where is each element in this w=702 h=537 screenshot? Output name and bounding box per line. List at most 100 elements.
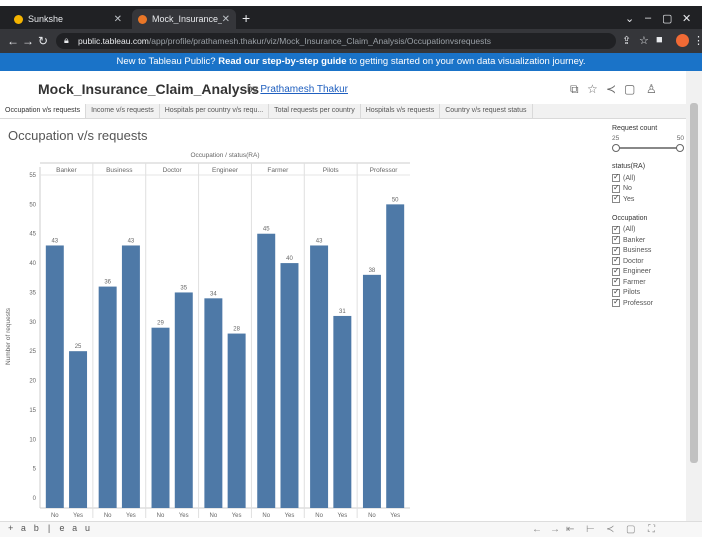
checkbox-checked-icon[interactable]	[612, 183, 620, 193]
request-count-slider[interactable]	[612, 143, 684, 153]
browser-tab-active[interactable]: Mock_Insurance_Claim_Analysis ✕	[132, 9, 236, 29]
menu-kebab-icon[interactable]: ⋮	[693, 34, 702, 47]
x-tick-label: No	[315, 513, 323, 519]
bar[interactable]	[204, 298, 223, 508]
group-label: Professor	[370, 167, 399, 174]
checkbox-checked-icon[interactable]	[612, 234, 620, 245]
checkbox-checked-icon[interactable]	[612, 287, 620, 297]
address-bar[interactable]: 🔒︎ public.tableau.com/app/profile/pratha…	[56, 33, 616, 49]
data-label: 35	[180, 285, 187, 291]
fullscreen-icon[interactable]: ⛶	[648, 524, 655, 535]
tableau-logo[interactable]: + a b | e a u	[8, 524, 91, 534]
checkbox-checked-icon[interactable]	[612, 193, 620, 204]
occupation-option[interactable]: Engineer	[612, 266, 684, 278]
copy-icon[interactable]: ⧉	[570, 82, 579, 97]
extensions-icon[interactable]: ■	[656, 34, 663, 46]
occupation-option[interactable]: Banker	[612, 234, 684, 246]
y-tick-label: 30	[29, 320, 36, 326]
redo-icon[interactable]: →	[550, 524, 560, 535]
sheet-tab-occupation[interactable]: Occupation v/s requests	[0, 104, 87, 118]
occupation-option[interactable]: Business	[612, 245, 684, 257]
occupation-filter-list: (All) Banker Business Doctor Engineer Farmer P…	[612, 224, 684, 309]
bar[interactable]	[310, 245, 329, 508]
comment-icon[interactable]: ▢	[626, 524, 635, 535]
banner-guide-link[interactable]: Read our step-by-step guide	[218, 56, 346, 67]
banner-lead: New to Tableau Public?	[116, 56, 216, 67]
x-tick-label: Yes	[390, 513, 400, 519]
data-label: 28	[233, 327, 240, 333]
slider-max-handle[interactable]	[676, 144, 684, 152]
share-icon[interactable]: ≺	[606, 524, 614, 535]
checkbox-checked-icon[interactable]	[612, 172, 620, 183]
profile-avatar-icon[interactable]	[676, 34, 689, 47]
checkbox-checked-icon[interactable]	[612, 255, 620, 266]
occupation-option[interactable]: Pilots	[612, 287, 684, 299]
sheet-tab-total-requests[interactable]: Total requests per country	[269, 104, 361, 118]
bar[interactable]	[333, 315, 352, 508]
group-label: Business	[106, 167, 133, 174]
close-window-icon[interactable]: ✕	[682, 12, 691, 25]
occupation-option[interactable]: Doctor	[612, 255, 684, 267]
sheet-tab-income[interactable]: Income v/s requests	[86, 104, 160, 118]
bar[interactable]	[227, 333, 246, 508]
bar[interactable]	[69, 351, 88, 508]
browser-tab[interactable]: Sunkshe ✕	[8, 9, 128, 29]
scrollbar-thumb[interactable]	[690, 103, 698, 463]
back-icon[interactable]: ←	[7, 34, 19, 48]
checkbox-checked-icon[interactable]	[612, 245, 620, 255]
data-label: 43	[128, 238, 135, 244]
share-icon[interactable]: ⇪	[622, 34, 631, 47]
data-label: 34	[210, 291, 217, 297]
checkbox-checked-icon[interactable]	[612, 297, 620, 308]
y-tick-label: 5	[33, 467, 37, 473]
maximize-icon[interactable]: ▢	[662, 12, 672, 25]
occupation-option[interactable]: (All)	[612, 224, 684, 236]
bar[interactable]	[174, 292, 193, 508]
reload-icon[interactable]: ↻	[38, 34, 48, 48]
bar[interactable]	[362, 274, 381, 508]
occupation-option-label: Engineer	[623, 268, 652, 276]
checkbox-checked-icon[interactable]	[612, 276, 620, 287]
undo-icon[interactable]: ←	[532, 524, 542, 535]
checkbox-checked-icon[interactable]	[612, 224, 620, 234]
status-filter-label: status(RA)	[612, 163, 646, 170]
occupation-option[interactable]: Farmer	[612, 276, 684, 288]
status-option[interactable]: Yes	[612, 193, 684, 205]
pause-icon[interactable]: ⊢	[586, 524, 595, 535]
forward-icon[interactable]: →	[22, 34, 34, 48]
bar[interactable]	[151, 327, 170, 508]
sheet-tab-hospitals-per-country[interactable]: Hospitals per country v/s requ...	[160, 104, 270, 118]
slider-min-handle[interactable]	[612, 144, 620, 152]
status-option[interactable]: No	[612, 183, 684, 195]
banner-tail: to getting started on your own data visu…	[349, 56, 586, 67]
author-link[interactable]: Prathamesh Thakur	[260, 84, 348, 95]
revert-icon[interactable]: ⇤	[566, 524, 574, 535]
sheet-tab-country-status[interactable]: Country v/s request status	[440, 104, 533, 118]
favorite-star-icon[interactable]: ☆	[587, 82, 598, 96]
sheet-tab-hospitals[interactable]: Hospitals v/s requests	[361, 104, 441, 118]
bar[interactable]	[257, 233, 276, 508]
close-tab-icon[interactable]: ✕	[114, 14, 122, 25]
bar[interactable]	[386, 204, 405, 508]
share-icon[interactable]: ≺	[606, 82, 616, 96]
status-option[interactable]: (All)	[612, 172, 684, 184]
vertical-scrollbar[interactable]	[686, 71, 702, 521]
bar[interactable]	[280, 263, 299, 508]
user-icon[interactable]: ♙	[646, 82, 657, 96]
comment-icon[interactable]: ▢	[624, 82, 635, 96]
tab-search-icon[interactable]: ⌄	[625, 12, 634, 25]
byline-prefix: by	[247, 84, 258, 95]
bookmark-star-icon[interactable]: ☆	[639, 34, 649, 47]
group-label: Doctor	[163, 167, 183, 174]
checkbox-checked-icon[interactable]	[612, 266, 620, 276]
workbook-title: Mock_Insurance_Claim_Analysis	[38, 81, 259, 97]
bar[interactable]	[45, 245, 64, 508]
status-option-label: Yes	[623, 195, 635, 203]
occupation-option-label: Farmer	[623, 278, 646, 286]
bar[interactable]	[121, 245, 140, 508]
bar[interactable]	[98, 286, 117, 508]
close-tab-icon[interactable]: ✕	[222, 14, 230, 25]
occupation-option[interactable]: Professor	[612, 297, 684, 309]
new-tab-icon[interactable]: +	[242, 10, 250, 26]
minimize-icon[interactable]: –	[645, 12, 651, 24]
